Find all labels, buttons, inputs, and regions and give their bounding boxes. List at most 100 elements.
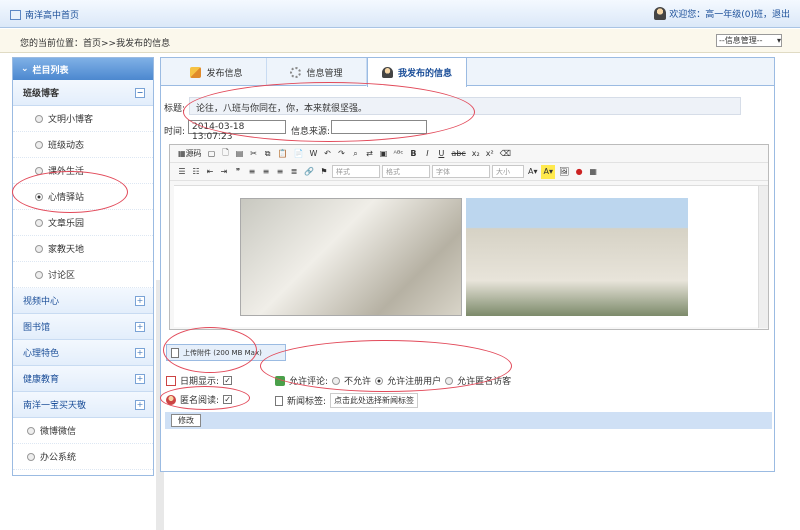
paste-icon[interactable]: 📋 — [276, 147, 290, 161]
sidebar-group-blog[interactable]: 班级博客 − — [13, 80, 153, 106]
chevron-down-icon: ⌄ — [21, 64, 29, 74]
paste-text-icon[interactable]: 📄 — [292, 147, 306, 161]
anonymous-read-checkbox[interactable]: ✓ — [223, 395, 233, 404]
redo-icon[interactable]: ↷ — [336, 147, 348, 161]
expand-icon[interactable]: + — [135, 347, 145, 358]
table-icon[interactable]: ▦ — [587, 165, 599, 179]
text-color-icon[interactable]: A▾ — [526, 165, 540, 179]
size-dropdown[interactable]: 大小 — [491, 165, 524, 178]
bg-color-icon[interactable]: A▾ — [541, 164, 555, 179]
sidebar-sub-item[interactable]: 讨论区 — [13, 262, 153, 288]
title-input[interactable]: 论往，八班与你同在，你，本来就很坚强。 — [189, 97, 741, 115]
expand-icon[interactable]: + — [135, 321, 145, 332]
home-icon — [10, 9, 21, 20]
copy-icon[interactable]: ⧉ — [262, 147, 274, 161]
radio-icon[interactable] — [445, 376, 454, 385]
user-info[interactable]: 欢迎您：高一年级(0)班，退出 — [654, 7, 790, 20]
align-center-icon[interactable]: ≡ — [260, 165, 272, 179]
style-dropdown[interactable]: 样式 — [331, 165, 380, 178]
superscript-icon[interactable]: x² — [484, 147, 496, 161]
expand-icon[interactable]: + — [135, 295, 145, 306]
sidebar: ⌄ 栏目列表 班级博客 − 文明小博客 班级动态 课外生活 心情驿站 文章乐园 … — [12, 57, 164, 530]
editor-scrollbar[interactable] — [758, 186, 768, 328]
indent-icon[interactable]: ⇥ — [218, 165, 230, 179]
bold-icon[interactable]: B — [407, 147, 419, 161]
sidebar-sub-item[interactable]: 文明小博客 — [13, 106, 153, 132]
calendar-icon — [166, 375, 176, 386]
cut-icon[interactable]: ✂ — [248, 147, 260, 161]
select-all-icon[interactable]: ▣ — [378, 147, 390, 161]
tab-manage[interactable]: 信息管理 — [267, 58, 367, 86]
font-dropdown[interactable]: 字体 — [431, 165, 490, 178]
outdent-icon[interactable]: ⇤ — [204, 165, 216, 179]
sidebar-sub-item[interactable]: 家教天地 — [13, 236, 153, 262]
breadcrumb: 您的当前位置：首页>>我发布的信息 — [20, 39, 171, 49]
align-left-icon[interactable]: ≡ — [246, 165, 258, 179]
align-right-icon[interactable]: ≡ — [274, 165, 286, 179]
flash-icon[interactable]: ● — [573, 165, 585, 179]
comment-icon — [275, 375, 285, 386]
sidebar-sub-item[interactable]: 微博微信 — [13, 418, 153, 444]
home-link[interactable]: 南洋高中首页 — [10, 8, 79, 21]
info-manage-select[interactable]: --信息管理-- ▾ — [716, 34, 782, 47]
date-display-checkbox[interactable]: ✓ — [223, 376, 233, 385]
tab-publish[interactable]: 发布信息 — [167, 58, 267, 86]
sidebar-sub-item-selected[interactable]: 心情驿站 — [13, 184, 153, 210]
underline-icon[interactable]: U — [435, 147, 447, 161]
undo-icon[interactable]: ↶ — [322, 147, 334, 161]
link-icon[interactable]: 🔗 — [302, 165, 316, 179]
chevron-down-icon: ▾ — [776, 36, 781, 45]
new-page-icon[interactable]: ▢ — [206, 147, 218, 161]
sidebar-group[interactable]: 视频中心 + — [13, 288, 153, 314]
home-label: 南洋高中首页 — [25, 11, 80, 21]
sidebar-group[interactable]: 健康教育 + — [13, 366, 153, 392]
modify-button[interactable]: 修改 — [171, 414, 201, 427]
image-icon[interactable]: 🖼 — [557, 165, 571, 179]
top-bar: 南洋高中首页 欢迎您：高一年级(0)班，退出 — [0, 0, 800, 28]
expand-icon[interactable]: + — [135, 399, 145, 410]
radio-icon — [35, 114, 43, 123]
tab-bar: 发布信息 信息管理 我发布的信息 — [161, 58, 774, 87]
bullet-list-icon[interactable]: ☷ — [190, 165, 202, 179]
upload-attachment-button[interactable]: 上传附件 (200 MB Max) — [166, 344, 286, 361]
justify-icon[interactable]: ≣ — [288, 165, 300, 179]
tab-my-posts[interactable]: 我发布的信息 — [367, 58, 467, 87]
template-icon[interactable]: ▤ — [234, 147, 246, 161]
sidebar-sub-item[interactable]: 课外生活 — [13, 158, 153, 184]
source-input[interactable] — [331, 120, 427, 134]
anchor-icon[interactable]: ⚑ — [318, 165, 330, 179]
user-icon — [166, 394, 176, 405]
source-label: 信息来源: — [291, 127, 331, 137]
sidebar-sub-item[interactable]: 办公系统 — [13, 444, 153, 470]
replace-icon[interactable]: ⇄ — [364, 147, 376, 161]
sidebar-group[interactable]: 图书馆 + — [13, 314, 153, 340]
eraser-icon[interactable]: ⌫ — [498, 147, 513, 161]
radio-icon — [35, 244, 43, 253]
ordered-list-icon[interactable]: ☰ — [176, 165, 188, 179]
photo-rice-bowl — [240, 198, 462, 316]
sidebar-sub-item[interactable]: 班级动态 — [13, 132, 153, 158]
preview-icon[interactable]: 🗋 — [220, 147, 232, 161]
editor-content[interactable] — [174, 185, 768, 328]
editor-toolbar-row-2: ☰ ☷ ⇤ ⇥ ❞ ≡ ≡ ≡ ≣ 🔗 ⚑ 样式 格式 字体 大小 A▾ A▾ … — [170, 163, 768, 181]
radio-selected-icon[interactable] — [375, 376, 384, 385]
paste-word-icon[interactable]: W — [308, 147, 320, 161]
spellcheck-icon[interactable]: ᴬᴮᶜ — [392, 147, 406, 161]
collapse-icon[interactable]: − — [135, 87, 145, 98]
select-news-tag-button[interactable]: 点击此处选择新闻标签 — [330, 393, 419, 408]
source-button[interactable]: ▦ 源码 — [176, 147, 204, 161]
time-input[interactable]: 2014-03-18 13:07:23 — [188, 120, 286, 142]
italic-icon[interactable]: I — [421, 147, 433, 161]
expand-icon[interactable]: + — [135, 373, 145, 384]
strike-icon[interactable]: abc — [449, 147, 467, 161]
sidebar-group[interactable]: 心理特色 + — [13, 340, 153, 366]
find-icon[interactable]: ⌕ — [350, 147, 362, 161]
radio-icon[interactable] — [332, 376, 341, 385]
blockquote-icon[interactable]: ❞ — [232, 165, 244, 179]
format-dropdown[interactable]: 格式 — [381, 165, 430, 178]
subscript-icon[interactable]: x₂ — [470, 147, 482, 161]
sidebar-group[interactable]: 南洋一宝买天敬 + — [13, 392, 153, 418]
file-icon — [171, 347, 179, 358]
pencil-icon — [190, 66, 202, 78]
sidebar-sub-item[interactable]: 文章乐园 — [13, 210, 153, 236]
